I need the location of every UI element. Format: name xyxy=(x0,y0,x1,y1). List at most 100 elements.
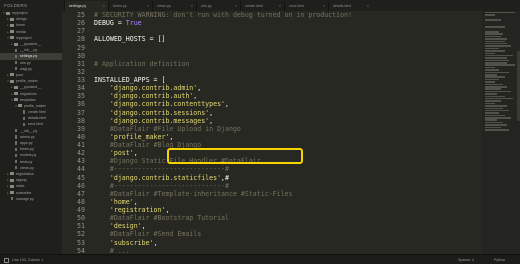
minimap[interactable] xyxy=(482,11,520,255)
code-line[interactable]: #DataFlair #Bootstrap Tutorial xyxy=(94,214,499,222)
tab[interactable]: urls.py × xyxy=(196,1,240,11)
tab[interactable]: settings.py × xyxy=(64,1,108,11)
close-icon[interactable]: × xyxy=(191,1,193,11)
file-icon xyxy=(14,54,18,59)
tab[interactable]: views.py × xyxy=(152,1,196,11)
indentation-setting[interactable]: Spaces: 4 xyxy=(458,258,474,262)
code-line[interactable] xyxy=(94,68,499,76)
sidebar-item-label: profile_maker xyxy=(24,103,46,108)
code-editor[interactable]: 25 26 27 28 29 30 31 32 33 34 35 36 37 38 39 40 41 42 43 44… xyxy=(62,11,520,255)
tab[interactable]: details.html × xyxy=(328,1,372,11)
file-icon xyxy=(22,110,26,114)
sidebar-item-label: apps.py xyxy=(19,141,33,146)
code-line[interactable]: #DataFlair #Template-inheritance #Static… xyxy=(94,190,499,198)
line-number: 26 xyxy=(77,19,85,28)
sidebar-item-label: create.html xyxy=(27,110,46,115)
code-line[interactable]: #DataFlair #File Upload in Django xyxy=(94,125,499,133)
code-line[interactable]: #----------------------------# xyxy=(94,165,499,173)
close-icon[interactable]: × xyxy=(103,1,105,11)
code-line[interactable]: 'design', xyxy=(94,222,499,230)
code-line[interactable]: INSTALLED_APPS = [ xyxy=(94,76,499,84)
line-number: 32 xyxy=(77,67,85,76)
code-line[interactable]: 'subscribe', xyxy=(94,239,499,247)
code-token: #DataFlair #Bootstrap Tutorial xyxy=(109,214,229,223)
code-line[interactable]: 'home', xyxy=(94,198,499,206)
code-line[interactable]: 'django.contrib.auth', xyxy=(94,92,499,100)
tab-label: urls.py xyxy=(201,4,212,8)
code-token: , xyxy=(197,84,202,93)
code-token: # Application definition xyxy=(94,59,190,68)
sidebar-item-label: models.py xyxy=(19,153,37,158)
sidebar-item-label: __init__.py xyxy=(19,48,38,53)
tab[interactable]: forms.py × xyxy=(108,1,152,11)
code-line[interactable]: 'django.contrib.contenttypes', xyxy=(94,100,499,108)
code-line[interactable]: DEBUG = True xyxy=(94,19,499,27)
code-line[interactable]: 'django.contrib.admin', xyxy=(94,84,499,92)
file-icon xyxy=(22,122,26,127)
line-number: 46 xyxy=(77,181,85,190)
code-line[interactable]: 'django.contrib.messages', xyxy=(94,117,499,125)
code-token: 'django.contrib.sessions' xyxy=(109,108,210,117)
sidebar-item-label: templates xyxy=(20,97,36,102)
tab[interactable]: error.html × xyxy=(284,1,328,11)
code-line[interactable]: #DataFlair #Send Emails xyxy=(94,230,499,238)
code-line[interactable] xyxy=(94,27,499,35)
line-number: 25 xyxy=(77,11,85,19)
sidebar-file[interactable]: manage.py xyxy=(0,196,62,202)
code-area[interactable]: # SECURITY WARNING: don't run with debug… xyxy=(94,11,499,255)
minimap-line xyxy=(485,71,509,74)
minimap-line xyxy=(485,117,511,119)
close-icon[interactable]: × xyxy=(235,1,237,11)
code-line[interactable]: 'django.contrib.sessions', xyxy=(94,109,499,117)
sidebar-item-label: __pycache__ xyxy=(20,85,42,90)
code-line[interactable]: # SECURITY WARNING: don't run with debug… xyxy=(94,11,499,19)
tab-label: settings.py xyxy=(69,4,87,8)
code-line[interactable]: 'django.contrib.staticfiles',# xyxy=(94,174,499,182)
code-line[interactable]: # Application definition xyxy=(94,60,499,68)
sidebar-item-label: post xyxy=(16,72,23,77)
code-line[interactable]: 'profile_maker', xyxy=(94,133,499,141)
code-line[interactable]: ALLOWED_HOSTS = [] xyxy=(94,35,499,43)
code-token: #----------------------------# xyxy=(109,181,229,190)
code-line[interactable]: 'registration', xyxy=(94,206,499,214)
minimap-line xyxy=(485,114,505,117)
folder-icon xyxy=(14,92,18,96)
line-number: 47 xyxy=(77,189,85,198)
close-icon[interactable]: × xyxy=(279,1,281,11)
close-icon[interactable]: × xyxy=(367,1,369,11)
minimap-line xyxy=(485,19,501,21)
sidebar-item-label: __pycache__ xyxy=(20,42,42,47)
minimap-line xyxy=(485,95,505,98)
minimap-line xyxy=(485,54,513,57)
code-line[interactable] xyxy=(94,44,499,52)
panel-toggle-icon[interactable] xyxy=(4,257,9,263)
file-icon xyxy=(14,141,18,145)
code-token: #DataFlair #File Upload in Django xyxy=(109,124,241,133)
code-token: , xyxy=(165,206,170,214)
code-line[interactable] xyxy=(94,52,499,60)
close-icon[interactable]: × xyxy=(323,1,325,11)
sidebar-item-label: myproject xyxy=(16,35,32,40)
minimap-line xyxy=(485,112,499,114)
folder-icon xyxy=(10,17,14,21)
line-number: 27 xyxy=(77,27,85,36)
code-token: 'django.contrib.contenttypes' xyxy=(109,100,226,109)
line-number: 53 xyxy=(77,238,85,247)
tab[interactable]: create.html × xyxy=(240,1,284,11)
syntax-setting[interactable]: Python xyxy=(494,258,505,262)
file-icon xyxy=(14,67,18,71)
tab-label: error.html xyxy=(289,4,305,8)
sidebar-item-label: urls.py xyxy=(19,60,31,65)
close-icon[interactable]: × xyxy=(147,1,149,11)
code-token: #DataFlair #Send Emails xyxy=(109,230,202,239)
line-number: 39 xyxy=(77,124,85,133)
file-icon xyxy=(22,116,26,120)
code-line[interactable]: #----------------------------# xyxy=(94,182,499,190)
minimap-line xyxy=(485,42,507,45)
code-token: , xyxy=(141,222,146,231)
